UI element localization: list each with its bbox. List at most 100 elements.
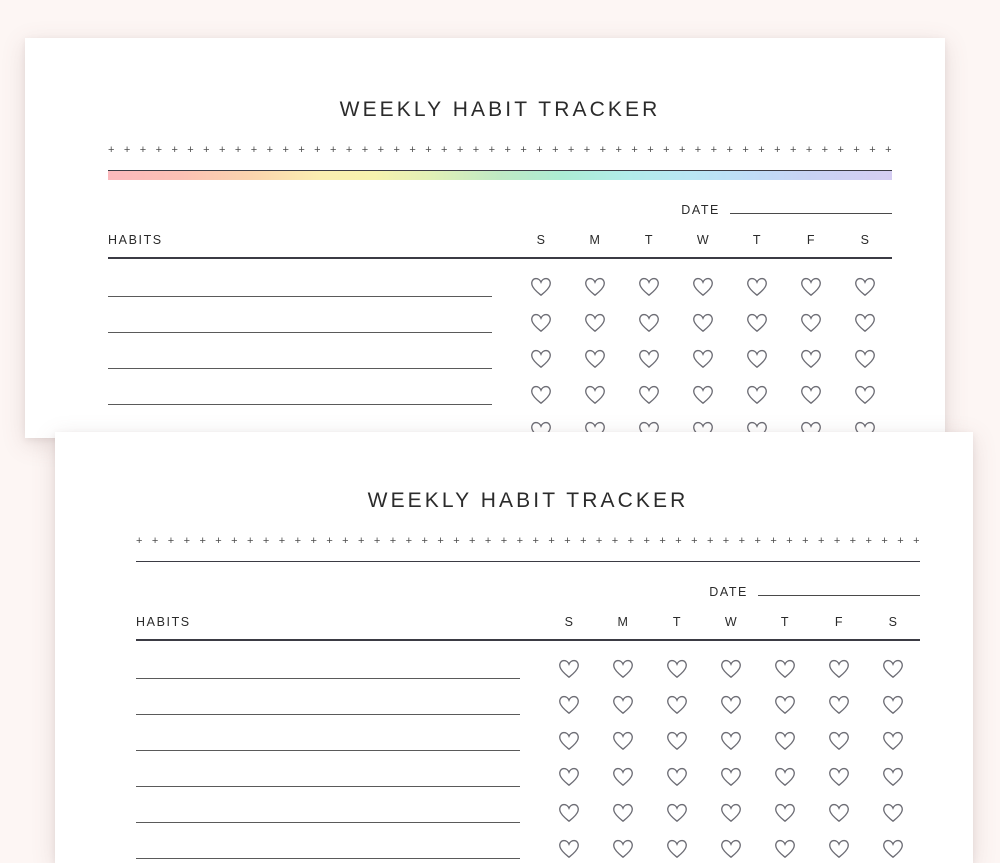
heart-outline-icon[interactable] — [812, 803, 866, 823]
heart-outline-icon[interactable] — [812, 839, 866, 859]
heart-outline-icon[interactable] — [676, 277, 730, 297]
heart-outline-icon[interactable] — [758, 803, 812, 823]
heart-outline-icon[interactable] — [596, 767, 650, 787]
heart-outline-icon[interactable] — [650, 731, 704, 751]
habit-input-line[interactable] — [136, 677, 520, 679]
habit-input-line[interactable] — [136, 821, 520, 823]
heart-outline-icon[interactable] — [650, 803, 704, 823]
heart-outline-icon[interactable] — [622, 349, 676, 369]
heart-outline-icon[interactable] — [812, 695, 866, 715]
heart-outline-icon[interactable] — [542, 839, 596, 859]
heart-outline-icon[interactable] — [542, 695, 596, 715]
heart-outline-icon[interactable] — [812, 659, 866, 679]
date-input-line[interactable] — [730, 213, 892, 215]
heart-outline-icon[interactable] — [866, 803, 920, 823]
plus-symbol: + — [377, 144, 385, 156]
heart-outline-icon[interactable] — [596, 731, 650, 751]
habit-input-line[interactable] — [136, 785, 520, 787]
heart-outline-icon[interactable] — [542, 731, 596, 751]
heart-outline-icon[interactable] — [650, 839, 704, 859]
heart-outline-icon[interactable] — [784, 313, 838, 333]
habit-input-line[interactable] — [108, 367, 492, 369]
heart-outline-icon[interactable] — [676, 313, 730, 333]
plus-symbol: + — [358, 535, 365, 547]
heart-row — [542, 687, 920, 723]
heart-outline-icon[interactable] — [866, 659, 920, 679]
heart-outline-icon[interactable] — [704, 731, 758, 751]
habit-input-line[interactable] — [108, 403, 492, 405]
heart-outline-icon[interactable] — [568, 385, 622, 405]
heart-outline-icon[interactable] — [704, 767, 758, 787]
heart-outline-icon[interactable] — [758, 767, 812, 787]
heart-outline-icon[interactable] — [730, 313, 784, 333]
day-header-0: S — [536, 233, 546, 248]
heart-row — [542, 831, 920, 863]
heart-outline-icon[interactable] — [596, 839, 650, 859]
heart-outline-icon[interactable] — [784, 277, 838, 297]
heart-outline-icon[interactable] — [514, 385, 568, 405]
habit-input-line[interactable] — [136, 749, 520, 751]
date-input-line-secondary[interactable] — [758, 595, 920, 597]
heart-outline-icon[interactable] — [704, 695, 758, 715]
heart-outline-icon[interactable] — [650, 695, 704, 715]
heart-outline-icon[interactable] — [838, 349, 892, 369]
heart-outline-icon[interactable] — [568, 277, 622, 297]
heart-outline-icon[interactable] — [812, 731, 866, 751]
heart-checkbox-grid — [514, 269, 892, 438]
heart-outline-icon[interactable] — [866, 731, 920, 751]
heart-outline-icon[interactable] — [758, 659, 812, 679]
heart-outline-icon[interactable] — [838, 313, 892, 333]
habit-input-line[interactable] — [108, 295, 492, 297]
day-header-cells-secondary: SMTWTFS — [542, 615, 920, 629]
heart-outline-icon[interactable] — [596, 695, 650, 715]
plus-symbol: + — [183, 535, 191, 547]
plus-symbol: + — [663, 144, 670, 156]
heart-row — [542, 723, 920, 759]
heart-outline-icon[interactable] — [622, 277, 676, 297]
heart-outline-icon[interactable] — [596, 659, 650, 679]
heart-outline-icon[interactable] — [514, 349, 568, 369]
heart-outline-icon[interactable] — [838, 277, 892, 297]
plus-symbol: + — [488, 144, 496, 156]
heart-outline-icon[interactable] — [838, 385, 892, 405]
heart-outline-icon[interactable] — [622, 385, 676, 405]
heart-outline-icon[interactable] — [676, 385, 730, 405]
heart-outline-icon[interactable] — [784, 349, 838, 369]
heart-outline-icon[interactable] — [568, 349, 622, 369]
plus-symbol: + — [615, 144, 622, 156]
plus-symbol: + — [742, 144, 749, 156]
heart-outline-icon[interactable] — [596, 803, 650, 823]
heart-outline-icon[interactable] — [676, 349, 730, 369]
habit-input-line[interactable] — [136, 713, 520, 715]
heart-outline-icon[interactable] — [650, 767, 704, 787]
heart-outline-icon[interactable] — [704, 659, 758, 679]
heart-outline-icon[interactable] — [866, 839, 920, 859]
day-header-5: F — [834, 615, 844, 630]
heart-outline-icon[interactable] — [514, 313, 568, 333]
heart-outline-icon[interactable] — [514, 277, 568, 297]
heart-outline-icon[interactable] — [866, 767, 920, 787]
heart-outline-icon[interactable] — [758, 839, 812, 859]
heart-outline-icon[interactable] — [542, 767, 596, 787]
habit-input-line[interactable] — [108, 331, 492, 333]
heart-outline-icon[interactable] — [730, 277, 784, 297]
heart-outline-icon[interactable] — [622, 313, 676, 333]
heart-outline-icon[interactable] — [704, 803, 758, 823]
plus-symbol: + — [310, 535, 317, 547]
heart-outline-icon[interactable] — [542, 803, 596, 823]
heart-outline-icon[interactable] — [730, 385, 784, 405]
heart-outline-icon[interactable] — [730, 349, 784, 369]
plus-symbol: + — [837, 144, 844, 156]
heart-outline-icon[interactable] — [650, 659, 704, 679]
heart-outline-icon[interactable] — [568, 313, 622, 333]
heart-outline-icon[interactable] — [784, 385, 838, 405]
plus-symbol: + — [504, 144, 511, 156]
heart-outline-icon[interactable] — [812, 767, 866, 787]
heart-outline-icon[interactable] — [758, 731, 812, 751]
heart-outline-icon[interactable] — [704, 839, 758, 859]
plus-symbol: + — [516, 535, 524, 547]
heart-outline-icon[interactable] — [866, 695, 920, 715]
heart-outline-icon[interactable] — [542, 659, 596, 679]
habit-input-line[interactable] — [136, 857, 520, 859]
heart-outline-icon[interactable] — [758, 695, 812, 715]
